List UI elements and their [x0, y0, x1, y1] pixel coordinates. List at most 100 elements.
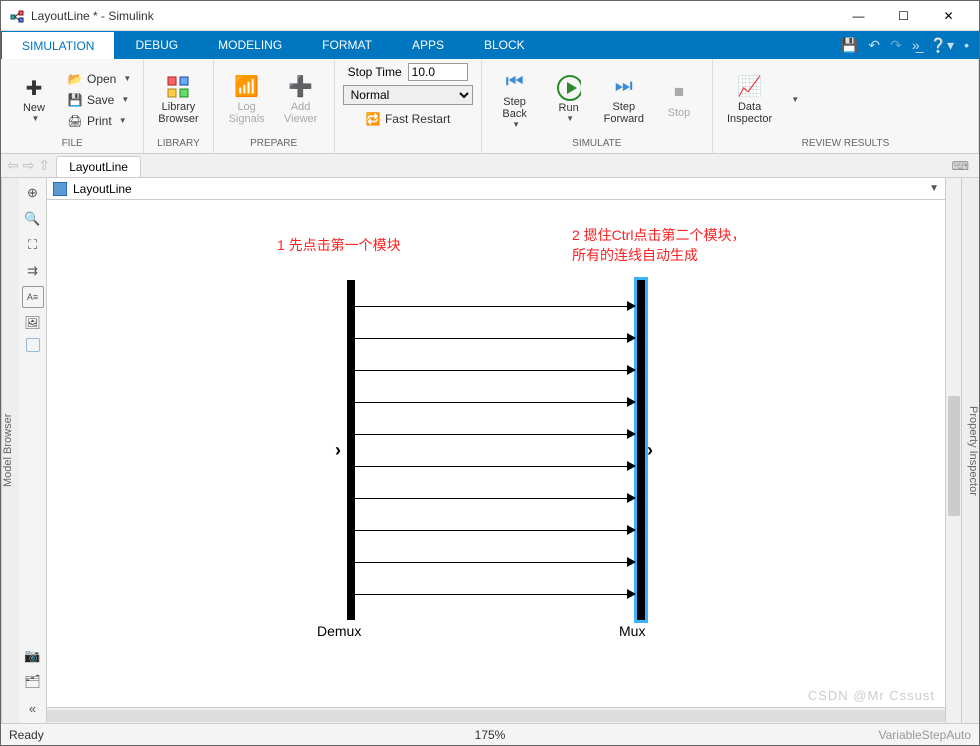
annotation-2: 2 摁住Ctrl点击第二个模块， 所有的连线自动生成	[572, 225, 745, 265]
group-library: Library Browser LIBRARY	[144, 59, 213, 153]
minimize-button[interactable]: —	[836, 2, 881, 30]
arrow-icon	[627, 461, 636, 471]
demux-block[interactable]	[347, 280, 355, 620]
step-forward-button[interactable]: ⏭Step Forward	[598, 64, 650, 136]
demux-input-port[interactable]: ›	[335, 440, 341, 461]
canvas[interactable]: 1 先点击第一个模块 2 摁住Ctrl点击第二个模块， 所有的连线自动生成 › …	[47, 200, 945, 707]
expand-icon[interactable]: »̲	[912, 37, 920, 53]
run-button[interactable]: Run▼	[544, 64, 594, 136]
maximize-button[interactable]: ☐	[881, 2, 926, 30]
tab-simulation[interactable]: SIMULATION	[1, 31, 115, 59]
signal-line[interactable]	[355, 402, 635, 403]
group-prepare: 📶 Log Signals ➕ Add Viewer PREPARE	[214, 59, 335, 153]
print-button[interactable]: 🖨Print▼	[63, 111, 135, 131]
nav-fwd-icon[interactable]: ⇨	[23, 157, 35, 174]
image-icon[interactable]: 🖼	[22, 312, 44, 334]
step-back-button[interactable]: ⏮Step Back▼	[490, 64, 540, 136]
model-icon	[53, 182, 67, 196]
window-controls: — ☐ ✕	[836, 2, 971, 30]
group-file: ✚ New▼ 📂Open▼ 💾Save▼ 🖨Print▼ FILE	[1, 59, 144, 153]
fast-restart-icon: 🔁	[365, 111, 381, 127]
new-button[interactable]: ✚ New▼	[9, 64, 59, 136]
mux-block[interactable]	[637, 280, 645, 620]
review-expand-button[interactable]: ▼	[782, 64, 805, 136]
group-label: LIBRARY	[152, 136, 204, 149]
signal-line[interactable]	[355, 498, 635, 499]
nav-back-icon[interactable]: ⇦	[7, 157, 19, 174]
area-icon[interactable]	[26, 338, 40, 352]
status-zoom[interactable]: 175%	[330, 728, 651, 742]
status-bar: Ready 175% VariableStepAuto	[1, 723, 979, 745]
signal-line[interactable]	[355, 338, 635, 339]
save-button[interactable]: 💾Save▼	[63, 90, 135, 110]
property-inspector-panel[interactable]: Property Inspector	[961, 178, 979, 723]
group-label: REVIEW RESULTS	[721, 136, 970, 149]
arrow-icon	[627, 493, 636, 503]
breadcrumb[interactable]: LayoutLine	[73, 182, 132, 196]
annotation-icon[interactable]: A≡	[22, 286, 44, 308]
status-solver[interactable]: VariableStepAuto	[650, 728, 971, 742]
model-tab[interactable]: LayoutLine	[56, 156, 141, 177]
step-back-icon: ⏮	[503, 70, 527, 94]
nav-up-icon[interactable]: ⇧	[38, 157, 50, 174]
canvas-wrap: LayoutLine ▼ 1 先点击第一个模块 2 摁住Ctrl点击第二个模块，…	[47, 178, 945, 723]
signal-line[interactable]	[355, 306, 635, 307]
redo-icon[interactable]: ↷	[890, 37, 902, 54]
collapse-icon[interactable]: «	[22, 697, 44, 719]
data-inspector-button[interactable]: 📈Data Inspector	[721, 64, 778, 136]
step-forward-icon: ⏭	[612, 75, 636, 99]
data-inspector-icon: 📈	[738, 75, 762, 99]
group-simulate: ⏮Step Back▼ Run▼ ⏭Step Forward ⏹Stop SIM…	[482, 59, 713, 153]
group-review: 📈Data Inspector ▼ REVIEW RESULTS	[713, 59, 979, 153]
undo-icon[interactable]: ↶	[868, 37, 880, 54]
arrow-icon	[627, 557, 636, 567]
close-button[interactable]: ✕	[926, 2, 971, 30]
log-signals-button: 📶 Log Signals	[222, 64, 272, 136]
tab-format[interactable]: FORMAT	[302, 31, 392, 59]
add-viewer-icon: ➕	[289, 75, 313, 99]
vertical-scrollbar[interactable]	[945, 178, 961, 723]
screenshot-icon[interactable]: 📷	[22, 645, 44, 667]
run-icon	[557, 76, 581, 100]
group-label: SIMULATE	[490, 136, 704, 149]
simmode-select[interactable]: Normal	[343, 85, 473, 105]
signal-line[interactable]	[355, 562, 635, 563]
arrow-icon	[627, 429, 636, 439]
window-title: LayoutLine * - Simulink	[31, 9, 836, 23]
signal-line[interactable]	[355, 434, 635, 435]
signal-line[interactable]	[355, 466, 635, 467]
library-browser-button[interactable]: Library Browser	[152, 64, 204, 136]
watermark: CSDN @Mr Cssust	[808, 688, 935, 703]
signal-line[interactable]	[355, 594, 635, 595]
tab-debug[interactable]: DEBUG	[115, 31, 198, 59]
model-explorer-icon[interactable]: 🗂	[22, 671, 44, 693]
tab-modeling[interactable]: MODELING	[198, 31, 302, 59]
signal-line[interactable]	[355, 530, 635, 531]
annotation-1: 1 先点击第一个模块	[277, 235, 401, 255]
open-icon: 📂	[67, 71, 83, 87]
signal-line[interactable]	[355, 370, 635, 371]
stoptime-input[interactable]	[408, 63, 468, 81]
tab-apps[interactable]: APPS	[392, 31, 464, 59]
tab-block[interactable]: BLOCK	[464, 31, 545, 59]
open-button[interactable]: 📂Open▼	[63, 69, 135, 89]
save-quick-icon[interactable]: 💾	[841, 37, 858, 54]
help-icon[interactable]: ❔▾	[930, 37, 954, 54]
fit-icon[interactable]: ⛶	[22, 234, 44, 256]
zoom-icon[interactable]: 🔍	[22, 208, 44, 230]
demux-label: Demux	[317, 623, 361, 639]
model-browser-panel[interactable]: Model Browser	[1, 178, 19, 723]
breadcrumb-bar: LayoutLine ▼	[47, 178, 945, 200]
simulink-icon	[9, 8, 25, 24]
view-dropdown-icon[interactable]: ▼	[929, 183, 939, 194]
stoptime-label: Stop Time	[348, 65, 402, 79]
sample-time-icon[interactable]: ⇉	[22, 260, 44, 282]
group-label: FILE	[9, 136, 135, 149]
toolstrip-ribbon: ✚ New▼ 📂Open▼ 💾Save▼ 🖨Print▼ FILE Librar…	[1, 59, 979, 154]
horizontal-scrollbar[interactable]	[47, 707, 945, 723]
options-icon[interactable]: •	[964, 37, 969, 53]
fast-restart-button[interactable]: 🔁Fast Restart	[361, 109, 454, 129]
mux-output-port[interactable]: ›	[647, 440, 653, 461]
keyboard-icon[interactable]: ⌨	[942, 154, 979, 177]
hide-browser-icon[interactable]: ⊕	[22, 182, 44, 204]
